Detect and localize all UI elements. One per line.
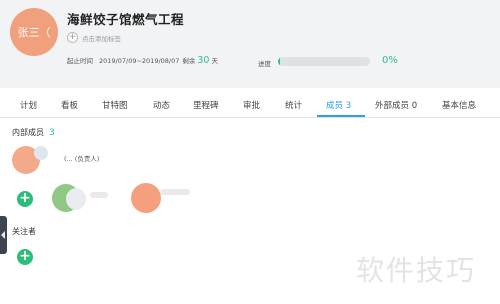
- progress-bar[interactable]: [278, 57, 370, 66]
- internal-members-title: 内部成员 3: [12, 127, 55, 138]
- tab-bar: 计划 看板 甘特图 动态 里程碑 审批 统计 成员 3 外部成员 0 基本信息: [0, 88, 500, 118]
- owner-label: (... (负责人): [64, 155, 100, 163]
- member-avatar-blur: [34, 146, 48, 160]
- tab-basic-info[interactable]: 基本信息: [442, 99, 476, 111]
- add-tag-button[interactable]: + 点击添加标签: [67, 32, 121, 43]
- followers-title: 关注者: [12, 227, 36, 236]
- remaining-label: 剩余: [182, 57, 196, 65]
- project-meta: 起止时间 2019/07/09~2019/08/07 剩余 30 天: [67, 55, 218, 66]
- member-avatar-2-blur: [66, 188, 86, 210]
- project-avatar[interactable]: 张三（: [10, 8, 58, 56]
- project-header: 张三（ 海鲜饺子馆燃气工程 + 点击添加标签 起止时间 2019/07/09~2…: [0, 0, 500, 88]
- active-tab-indicator: [317, 115, 365, 117]
- project-title[interactable]: 海鲜饺子馆燃气工程: [67, 9, 184, 28]
- progress-label: 进度: [258, 60, 271, 68]
- plus-icon: +: [67, 32, 78, 43]
- tab-plan[interactable]: 计划: [20, 99, 37, 111]
- tab-board[interactable]: 看板: [61, 99, 78, 111]
- member-avatar-3[interactable]: [131, 183, 161, 213]
- tab-approval[interactable]: 审批: [243, 99, 260, 111]
- tab-milestone[interactable]: 里程碑: [193, 99, 219, 111]
- internal-members-label: 内部成员: [12, 128, 44, 137]
- remaining-days: 30: [197, 55, 210, 66]
- tab-gantt[interactable]: 甘特图: [102, 99, 128, 111]
- add-follower-button[interactable]: +: [17, 249, 33, 265]
- time-range[interactable]: 2019/07/09~2019/08/07: [99, 57, 179, 65]
- member-name-3: [160, 189, 190, 195]
- progress-fill: [278, 57, 280, 66]
- sidebar-toggle[interactable]: [0, 216, 7, 254]
- tab-external-members[interactable]: 外部成员 0: [375, 99, 417, 111]
- add-member-button[interactable]: +: [17, 191, 33, 207]
- tab-statistics[interactable]: 统计: [285, 99, 302, 111]
- member-name-2: [90, 192, 108, 198]
- watermark: 软件技巧: [356, 254, 477, 287]
- tab-members[interactable]: 成员 3: [326, 99, 351, 111]
- chevron-left-icon: [1, 231, 5, 239]
- add-tag-label: 点击添加标签: [82, 34, 121, 43]
- time-label: 起止时间: [67, 57, 93, 65]
- tab-activity[interactable]: 动态: [153, 99, 170, 111]
- internal-members-count: 3: [49, 128, 55, 138]
- progress-percent: 0%: [382, 55, 398, 66]
- days-unit: 天: [211, 57, 218, 65]
